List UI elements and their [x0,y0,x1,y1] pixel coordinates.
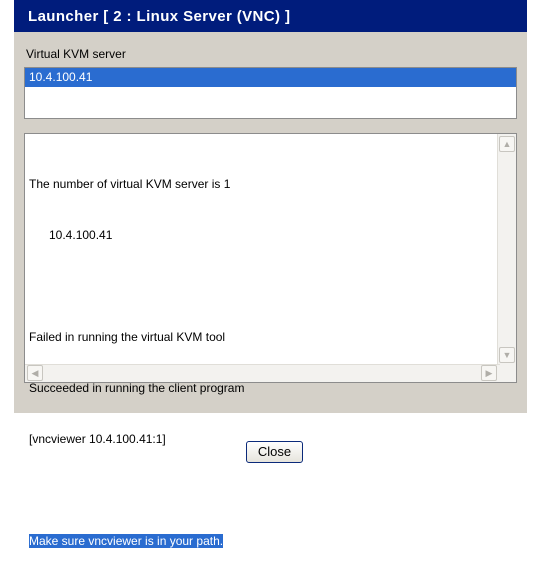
log-line-blank [29,482,494,499]
horizontal-scrollbar[interactable]: ◀ ▶ [25,364,500,382]
scroll-left-arrow-icon[interactable]: ◀ [27,365,43,381]
log-line-highlighted: Make sure vncviewer is in your path. [29,534,224,548]
log-line: Succeeded in running the client program [29,381,245,395]
kvm-server-label: Virtual KVM server [26,47,126,61]
scroll-down-arrow-icon[interactable]: ▼ [499,347,515,363]
scrollbar-corner [498,365,516,382]
kvm-server-list[interactable]: 10.4.100.41 [24,67,517,119]
scroll-right-arrow-icon[interactable]: ▶ [481,365,497,381]
close-button[interactable]: Close [246,441,303,463]
launcher-panel: Launcher [ 2 : Linux Server (VNC) ] Virt… [14,0,527,548]
window-title: Launcher [ 2 : Linux Server (VNC) ] [14,0,527,32]
scroll-up-arrow-icon[interactable]: ▲ [499,136,515,152]
log-line: 10.4.100.41 [49,228,113,242]
log-text: The number of virtual KVM server is 1 10… [29,142,494,584]
vertical-scrollbar[interactable]: ▲ ▼ [497,134,516,366]
list-item-selected[interactable]: 10.4.100.41 [25,68,516,87]
log-line-blank [29,278,494,295]
log-line: The number of virtual KVM server is 1 [29,177,231,191]
log-line: Failed in running the virtual KVM tool [29,330,226,344]
log-output-textarea[interactable]: The number of virtual KVM server is 1 10… [24,133,517,548]
